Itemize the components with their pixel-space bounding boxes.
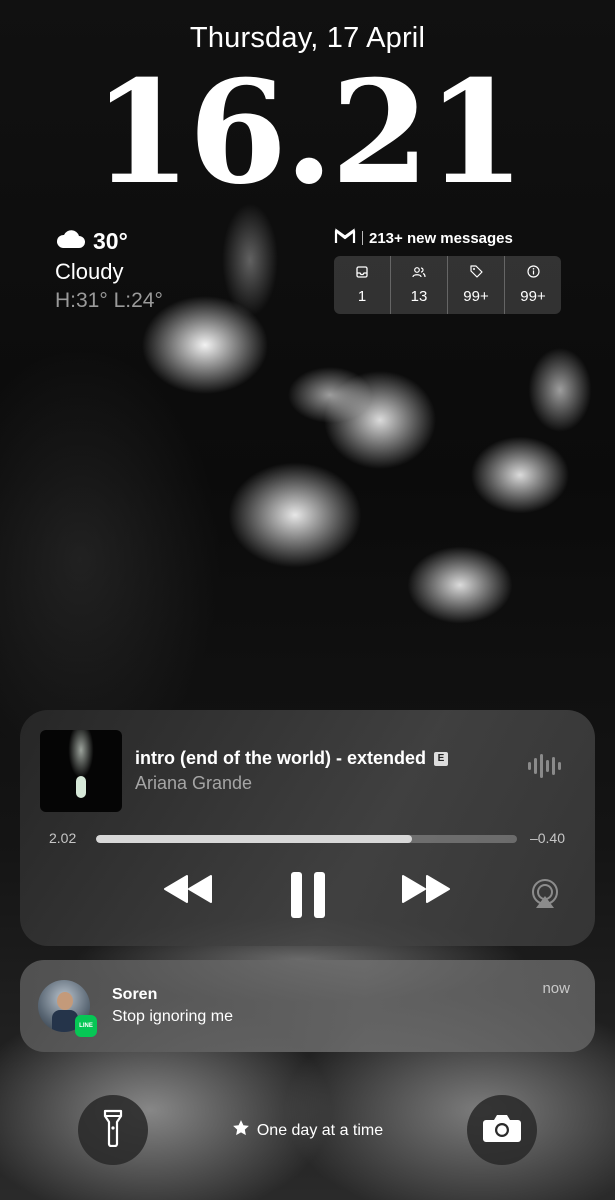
weather-temperature: 30° [93, 228, 128, 254]
airplay-button[interactable] [529, 878, 561, 915]
playback-progress-fill [96, 835, 412, 843]
weather-condition: Cloudy [55, 259, 124, 284]
avatar-head [57, 992, 73, 1010]
remaining-time: –0.40 [529, 830, 565, 846]
camera-icon [482, 1112, 522, 1149]
gmail-summary: 213+ new messages [369, 229, 513, 247]
track-title: intro (end of the world) - extended [135, 748, 426, 768]
line-notification[interactable]: LINE Soren Stop ignoring me now [20, 960, 595, 1052]
fast-forward-icon [400, 875, 452, 909]
gmail-counter-value: 1 [357, 288, 367, 305]
info-icon [526, 265, 540, 282]
gmail-counter-value: 99+ [463, 288, 489, 305]
gmail-counter-social[interactable]: 13 [391, 256, 448, 314]
gmail-counter-inbox[interactable]: 1 [334, 256, 391, 314]
focus-label: One day at a time [256, 1121, 384, 1139]
rewind-button[interactable] [162, 873, 214, 910]
album-artwork[interactable] [40, 730, 122, 812]
line-app-label: LINE [79, 1023, 93, 1029]
cloud-icon [55, 229, 85, 254]
gmail-counter-value: 99+ [520, 288, 546, 305]
waveform-icon [528, 754, 561, 778]
people-icon [412, 265, 426, 282]
explicit-badge: E [434, 751, 448, 766]
star-icon [232, 1119, 250, 1142]
weather-widget[interactable]: 30° Cloudy H:31° L:24° [55, 228, 163, 313]
rewind-icon [162, 875, 214, 909]
inbox-icon [356, 265, 368, 282]
line-app-icon: LINE [75, 1015, 97, 1037]
notification-message: Stop ignoring me [112, 1008, 233, 1025]
track-title-row: intro (end of the world) - extended E [135, 748, 448, 769]
camera-button[interactable] [467, 1095, 537, 1165]
divider [362, 231, 363, 245]
gmail-counter-value: 13 [410, 288, 428, 305]
elapsed-time: 2.02 [49, 830, 77, 846]
now-playing-widget[interactable]: intro (end of the world) - extended E Ar… [20, 710, 595, 946]
gmail-counter-promotions[interactable]: 99+ [448, 256, 505, 314]
tag-icon [469, 265, 483, 282]
lockscreen-clock: 16.21 [92, 50, 526, 216]
track-artist: Ariana Grande [135, 773, 253, 793]
artwork-figure [76, 776, 86, 798]
gmail-widget[interactable]: 213+ new messages 1 13 99+ 99+ [334, 228, 561, 314]
gmail-counters: 1 13 99+ 99+ [334, 256, 561, 314]
playback-scrubber[interactable] [96, 835, 517, 843]
weather-high-low: H:31° L:24° [55, 289, 163, 312]
notification-sender: Soren [112, 986, 158, 1003]
gmail-counter-updates[interactable]: 99+ [505, 256, 561, 314]
notification-time: now [542, 980, 570, 997]
pause-icon [288, 872, 328, 924]
forward-button[interactable] [400, 873, 452, 910]
gmail-icon [334, 228, 356, 248]
airplay-icon [529, 879, 561, 914]
pause-button[interactable] [288, 870, 328, 925]
